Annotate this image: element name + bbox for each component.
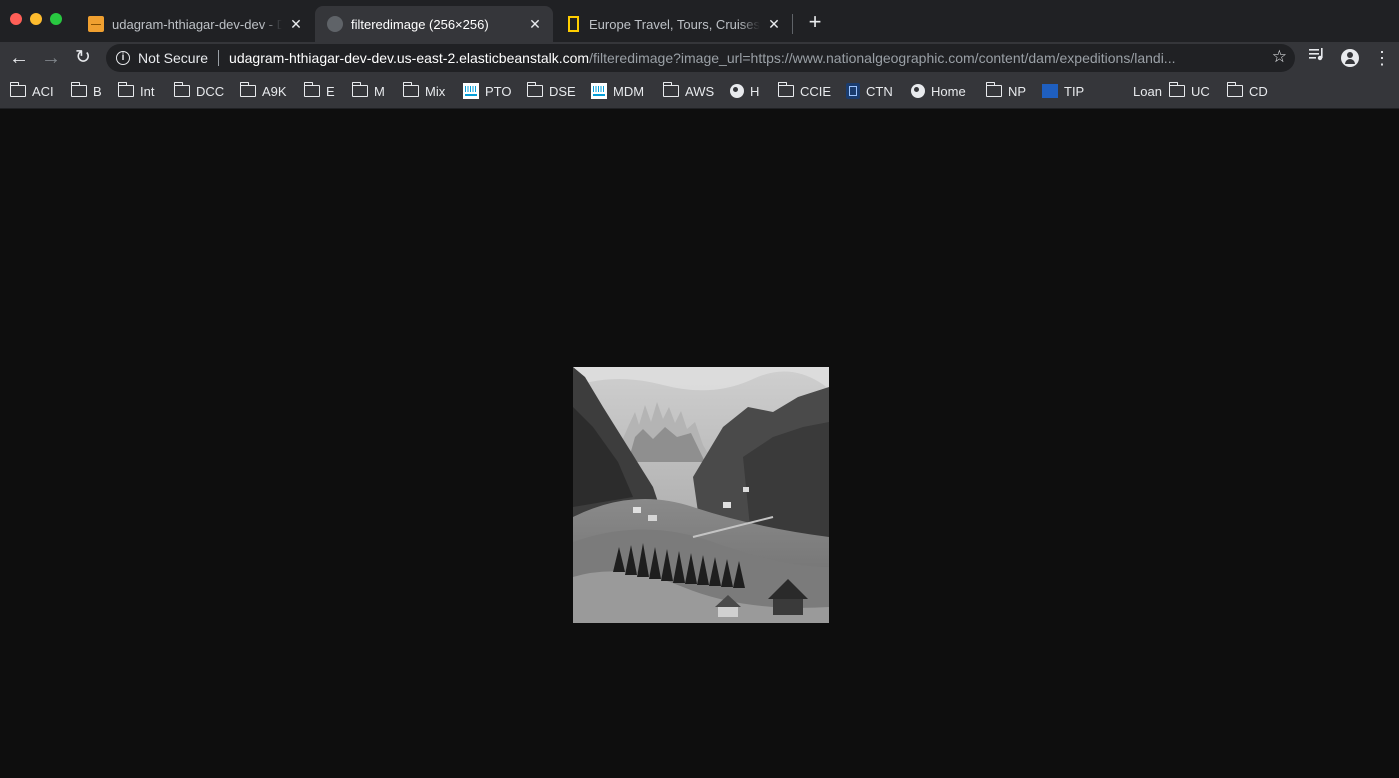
bookmark-tip[interactable]: TIP [1042, 82, 1084, 100]
bookmark-label: DCC [196, 83, 225, 99]
bookmark-int[interactable]: Int [118, 82, 154, 100]
security-label[interactable]: Not Secure [138, 50, 208, 66]
bookmark-h[interactable]: H [730, 82, 759, 100]
bookmark-ctn[interactable]: CTN [846, 82, 893, 100]
bookmark-aws[interactable]: AWS [663, 82, 714, 100]
tab-europe-travel[interactable]: Europe Travel, Tours, Cruises & ✕ [554, 6, 792, 42]
bookmark-dcc[interactable]: DCC [174, 82, 224, 100]
filtered-image [573, 367, 829, 623]
bookmark-label: MDM [613, 83, 645, 99]
tab-separator [792, 14, 793, 34]
bookmark-label: CTN [866, 83, 893, 99]
folder-icon [10, 82, 26, 97]
folder-icon [1227, 82, 1243, 97]
info-icon[interactable]: i [116, 51, 130, 65]
bookmark-np[interactable]: NP [986, 82, 1026, 100]
tab-udagram[interactable]: udagram-hthiagar-dev-dev - D ✕ [76, 6, 314, 42]
bookmark-cd[interactable]: CD [1227, 82, 1268, 100]
globe-icon [911, 84, 925, 98]
bookmark-aci[interactable]: ACI [10, 82, 54, 100]
national-geographic-icon [568, 16, 579, 32]
tab-title: filteredimage (256×256) [351, 16, 489, 32]
folder-icon [240, 82, 256, 97]
bookmark-mdm[interactable]: MDM [591, 82, 644, 100]
folder-icon [118, 82, 134, 97]
globe-icon [327, 16, 343, 32]
tab-close-icon[interactable]: ✕ [288, 16, 304, 33]
window-zoom-button[interactable] [50, 13, 62, 25]
url-host: udagram-hthiagar-dev-dev.us-east-2.elast… [229, 50, 590, 66]
folder-icon [403, 82, 419, 97]
menu-icon[interactable]: ⋮ [1370, 46, 1394, 70]
bookmark-label: H [750, 83, 760, 99]
bookmark-m[interactable]: M [352, 82, 385, 100]
bookmark-star-icon[interactable]: ☆ [1272, 47, 1287, 67]
bookmark-label: A9K [262, 83, 287, 99]
url-path: /filteredimage?image_url=https://www.nat… [589, 50, 1176, 66]
bookmark-label: M [374, 83, 385, 99]
ctn-icon [846, 83, 860, 99]
folder-icon [352, 82, 368, 97]
bookmark-label: Home [931, 83, 966, 99]
bookmark-label: UC [1191, 83, 1210, 99]
bookmark-b[interactable]: B [71, 82, 102, 100]
reading-list-icon[interactable] [1305, 46, 1329, 70]
window-close-button[interactable] [10, 13, 22, 25]
tab-close-icon[interactable]: ✕ [527, 16, 543, 33]
reload-button[interactable]: ↻ [71, 46, 95, 70]
bookmark-label: AWS [685, 83, 715, 99]
bookmark-label: E [326, 83, 335, 99]
bookmark-label: B [93, 83, 102, 99]
tab-filteredimage[interactable]: filteredimage (256×256) ✕ [315, 6, 553, 42]
bookmark-label: TIP [1064, 83, 1085, 99]
aws-elastic-beanstalk-icon [88, 16, 104, 32]
bookmark-pto[interactable]: PTO [463, 82, 512, 100]
forward-button[interactable]: → [39, 46, 63, 70]
bookmark-dse[interactable]: DSE [527, 82, 576, 100]
address-bar[interactable]: i Not Secure udagram-hthiagar-dev-dev.us… [106, 44, 1295, 72]
tip-icon [1042, 84, 1058, 98]
folder-icon [304, 82, 320, 97]
tab-title: udagram-hthiagar-dev-dev - D [112, 16, 282, 32]
bookmark-e[interactable]: E [304, 82, 335, 100]
new-tab-button[interactable]: + [803, 10, 827, 34]
cisco-icon [463, 83, 479, 99]
tab-title: Europe Travel, Tours, Cruises & [589, 16, 760, 32]
bookmark-label: CD [1249, 83, 1268, 99]
folder-icon [663, 82, 679, 97]
tab-close-icon[interactable]: ✕ [766, 16, 782, 33]
bookmark-label: Mix [425, 83, 446, 99]
page-content [0, 109, 1399, 778]
bookmark-a9k[interactable]: A9K [240, 82, 287, 100]
folder-icon [986, 82, 1002, 97]
bookmark-loan[interactable]: Loan [1111, 82, 1162, 100]
bookmark-ccie[interactable]: CCIE [778, 82, 831, 100]
bookmark-label: ACI [32, 83, 54, 99]
bookmark-label: PTO [485, 83, 512, 99]
back-button[interactable]: ← [7, 46, 31, 70]
folder-icon [174, 82, 190, 97]
cisco-icon [591, 83, 607, 99]
folder-icon [1169, 82, 1185, 97]
globe-icon [730, 84, 744, 98]
window-minimize-button[interactable] [30, 13, 42, 25]
toolbar: ← → ↻ i Not Secure udagram-hthiagar-dev-… [0, 42, 1399, 74]
bookmark-label: DSE [549, 83, 576, 99]
folder-icon [71, 82, 87, 97]
profile-avatar-icon[interactable] [1338, 46, 1362, 70]
bookmark-mix[interactable]: Mix [403, 82, 445, 100]
bookmark-label: Int [140, 83, 155, 99]
bookmark-label: NP [1008, 83, 1027, 99]
bookmark-label: Loan [1133, 83, 1162, 99]
bookmarks-bar: ACI B Int DCC A9K E M Mix PTO DSE MDM AWS H CCIE CTN Ho… [0, 74, 1399, 109]
folder-icon [527, 82, 543, 97]
folder-icon [778, 82, 794, 97]
omnibox-divider [218, 50, 220, 66]
bookmark-label: CCIE [800, 83, 832, 99]
bookmark-uc[interactable]: UC [1169, 82, 1210, 100]
bookmark-home[interactable]: Home [911, 82, 966, 100]
tab-strip: udagram-hthiagar-dev-dev - D ✕ filteredi… [0, 0, 1399, 42]
